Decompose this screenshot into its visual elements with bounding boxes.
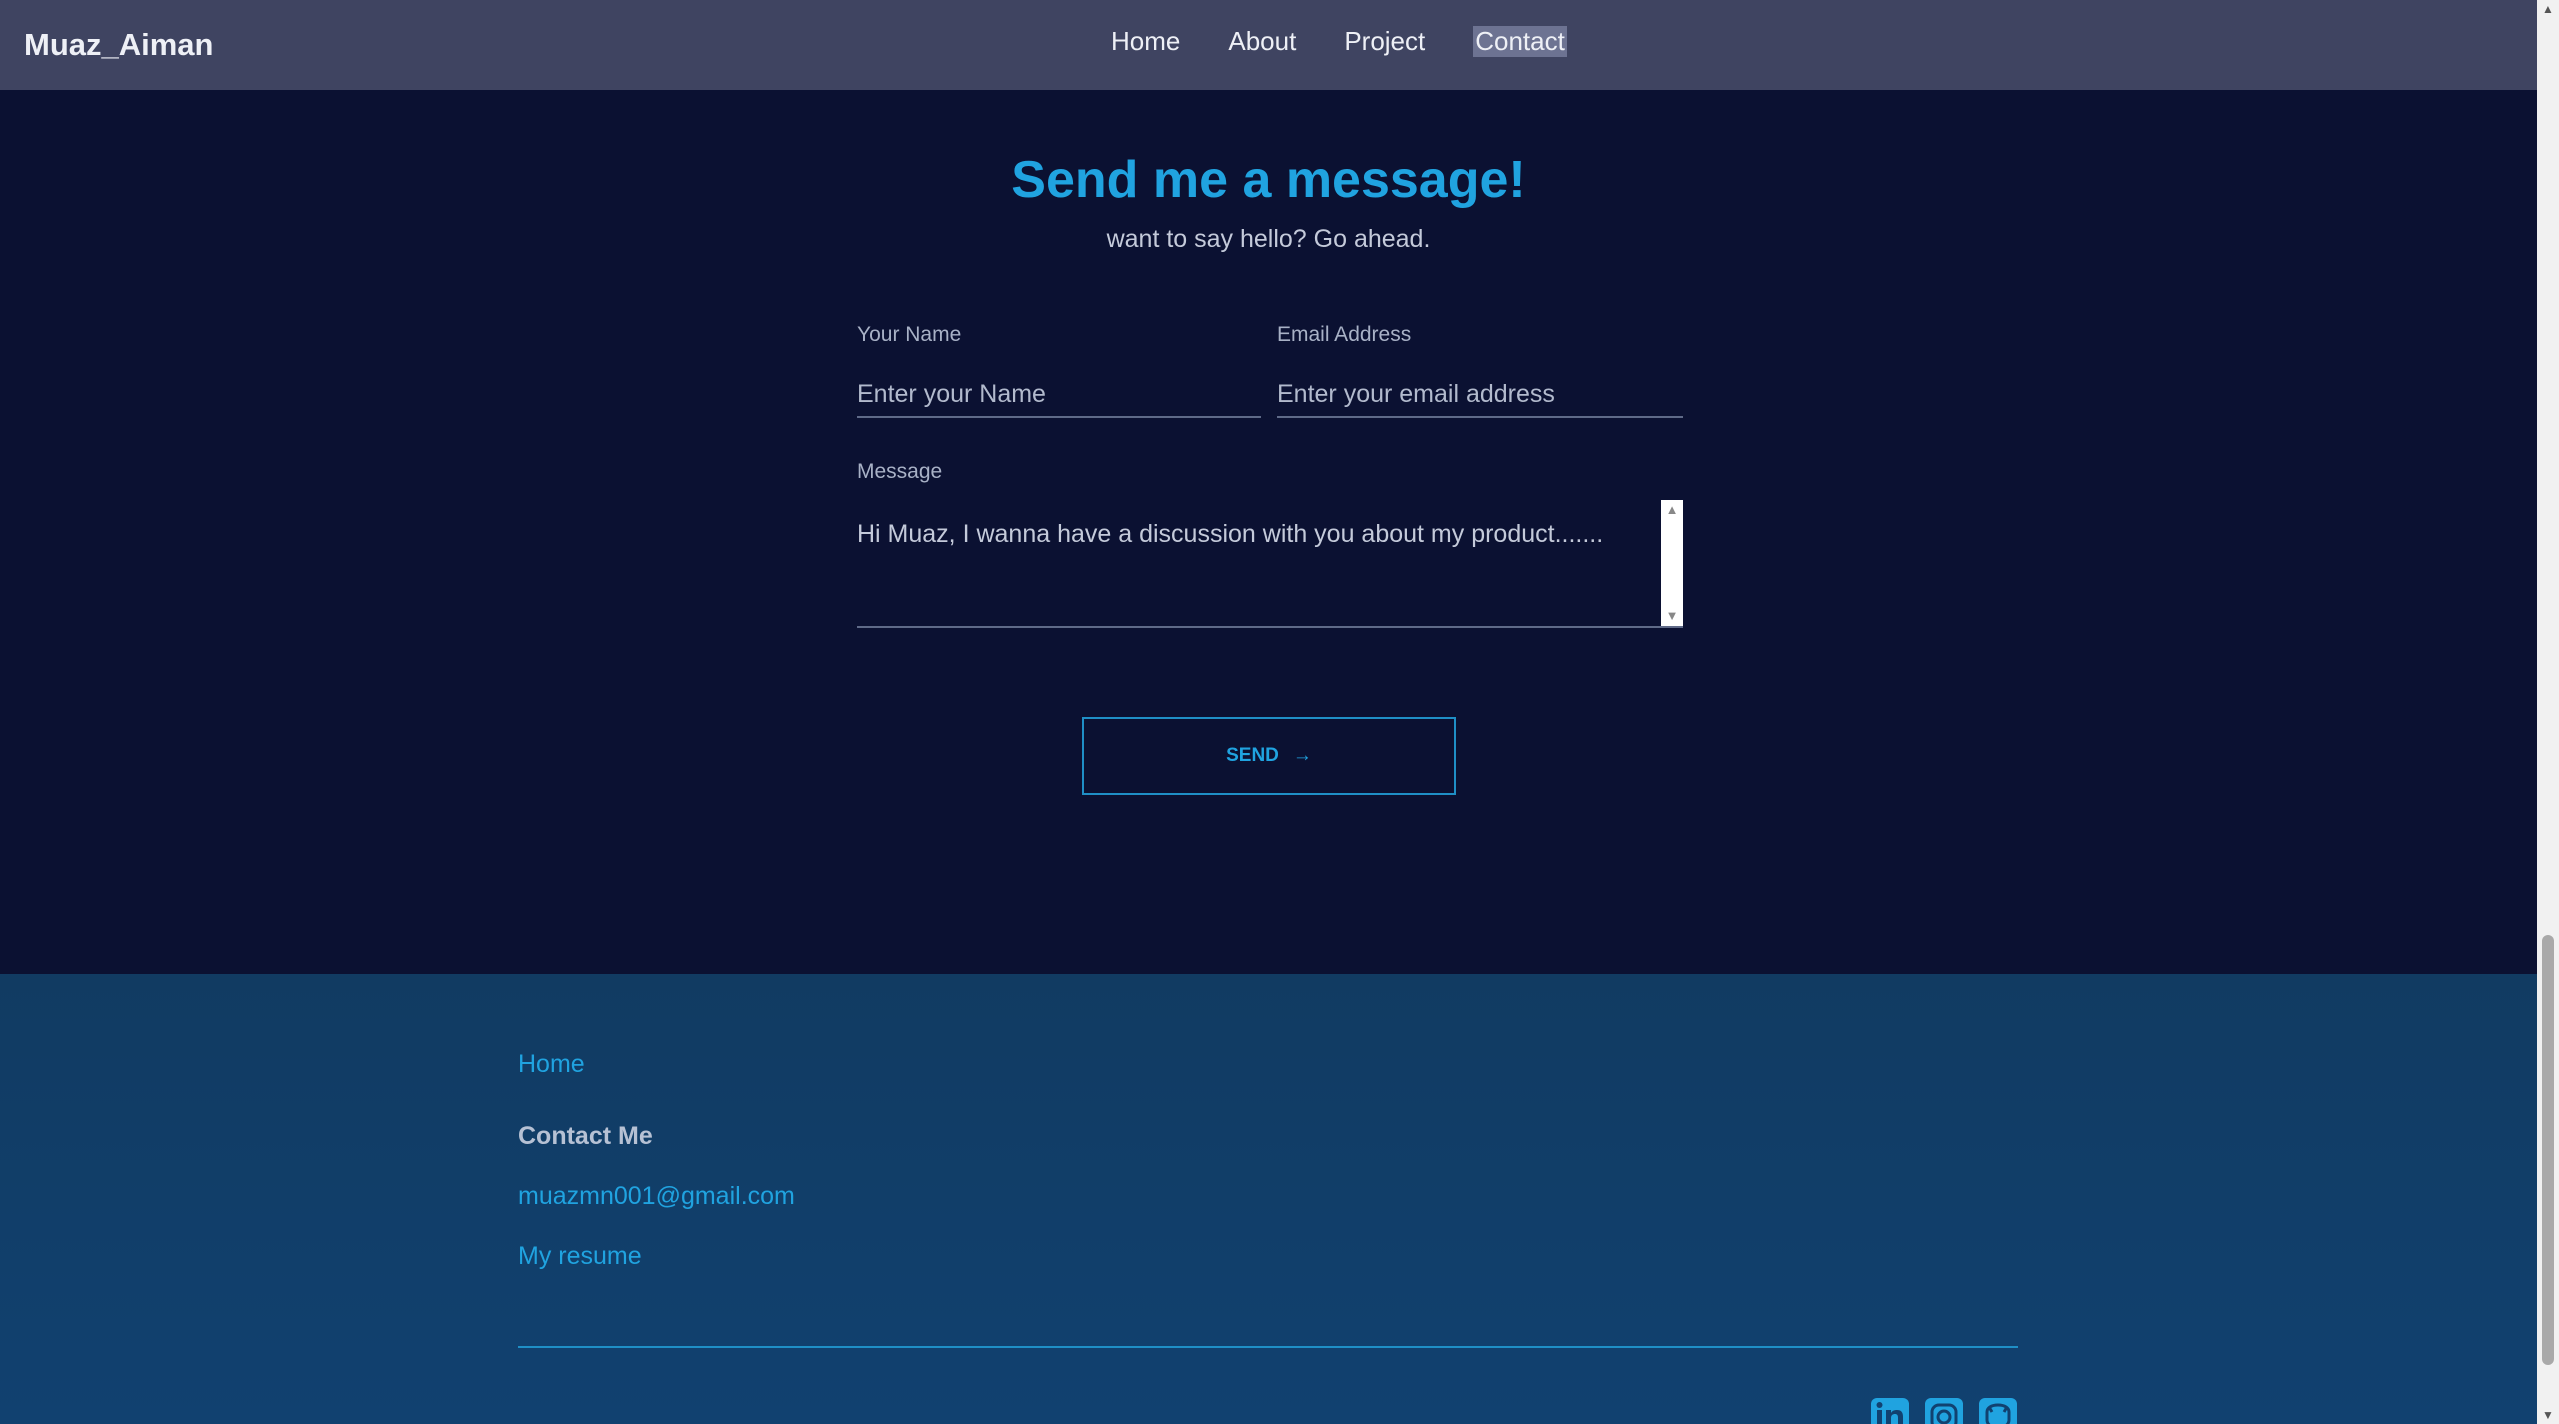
name-label: Your Name [857, 323, 962, 346]
message-text: Hi Muaz, I wanna have a discussion with … [857, 520, 1604, 548]
nav-link-about[interactable]: About [1228, 26, 1296, 57]
top-navbar: Muaz_Aiman Home About Project Contact [0, 0, 2537, 90]
instagram-icon[interactable] [1925, 1398, 1963, 1424]
contact-subtitle: want to say hello? Go ahead. [1106, 225, 1431, 253]
footer-link-home[interactable]: Home [518, 1050, 585, 1079]
page-scroll-thumb[interactable] [2542, 935, 2554, 1365]
name-input[interactable] [857, 372, 1261, 418]
brand-logo[interactable]: Muaz_Aiman [24, 27, 213, 63]
page-scroll-up-icon[interactable]: ▲ [2537, 0, 2559, 18]
footer: Home Contact Me muazmn001@gmail.com My r… [0, 974, 2537, 1424]
footer-email-link[interactable]: muazmn001@gmail.com [518, 1182, 795, 1211]
github-icon[interactable] [1979, 1398, 2017, 1424]
scroll-down-icon[interactable]: ▼ [1661, 608, 1683, 624]
scroll-up-icon[interactable]: ▲ [1661, 502, 1683, 518]
nav-links: Home About Project Contact [1111, 26, 1567, 57]
page-scrollbar[interactable]: ▲ ▼ [2537, 0, 2559, 1424]
email-input[interactable] [1277, 372, 1683, 418]
message-label: Message [857, 460, 943, 483]
arrow-right-icon: → [1292, 745, 1312, 766]
linkedin-icon[interactable] [1871, 1398, 1909, 1424]
footer-resume-link[interactable]: My resume [518, 1242, 642, 1271]
send-label: SEND [1226, 745, 1279, 766]
email-label: Email Address [1277, 323, 1412, 346]
contact-section: Send me a message! want to say hello? Go… [0, 90, 2537, 974]
textarea-scrollbar[interactable]: ▲ ▼ [1661, 500, 1683, 626]
nav-link-home[interactable]: Home [1111, 26, 1180, 57]
nav-link-project[interactable]: Project [1344, 26, 1425, 57]
footer-divider [518, 1346, 2018, 1348]
page-scroll-down-icon[interactable]: ▼ [2537, 1406, 2559, 1424]
message-textarea[interactable]: Hi Muaz, I wanna have a discussion with … [857, 500, 1683, 628]
footer-contact-heading: Contact Me [518, 1122, 653, 1150]
nav-link-contact[interactable]: Contact [1473, 26, 1567, 57]
contact-title: Send me a message! [1011, 151, 1526, 209]
send-button[interactable]: SEND → [1082, 717, 1456, 795]
